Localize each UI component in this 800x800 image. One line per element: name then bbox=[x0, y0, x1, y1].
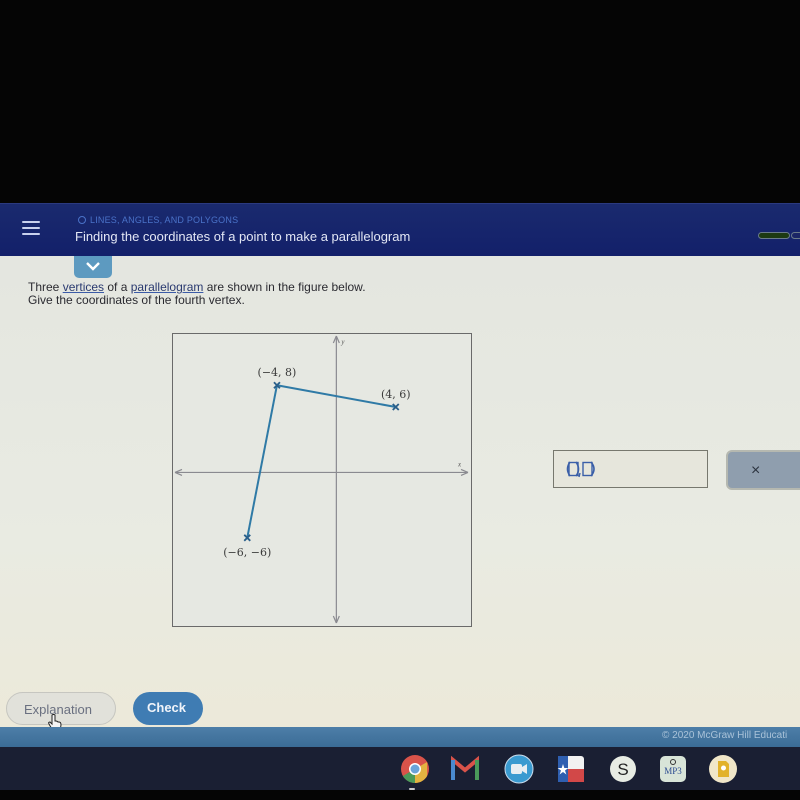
parallelogram-side bbox=[246, 385, 278, 539]
topic-label[interactable]: LINES, ANGLES, AND POLYGONS bbox=[78, 215, 238, 225]
bezel-top bbox=[0, 0, 800, 203]
question-text-part: of a bbox=[104, 280, 131, 294]
progress-segment-filled bbox=[758, 232, 790, 239]
topic-text: LINES, ANGLES, AND POLYGONS bbox=[90, 215, 239, 225]
topic-circle-icon bbox=[78, 216, 86, 224]
schoology-app-icon[interactable]: S bbox=[608, 754, 638, 784]
progress-bar bbox=[758, 232, 800, 239]
vertex-label: (−6, −6) bbox=[223, 546, 271, 559]
chevron-down-icon bbox=[86, 262, 100, 271]
texas-flag-app-icon[interactable] bbox=[556, 754, 586, 784]
x-axis-label: x bbox=[457, 460, 462, 468]
graph-svg: x y (−6, −6) (−4, 8) (4, 6) bbox=[174, 335, 469, 624]
zoom-app-icon[interactable] bbox=[504, 754, 534, 784]
gmail-app-icon[interactable] bbox=[450, 754, 480, 784]
copyright-text: © 2020 McGraw Hill Educati bbox=[662, 730, 788, 741]
footer-bar: © 2020 McGraw Hill Educati bbox=[0, 727, 800, 747]
close-icon: × bbox=[751, 462, 761, 479]
coordinate-graph: x y (−6, −6) (−4, 8) (4, 6) bbox=[172, 333, 472, 627]
content-area: Three vertices of a parallelogram are sh… bbox=[0, 256, 800, 732]
y-axis-label: y bbox=[340, 338, 345, 346]
chrome-app-icon[interactable] bbox=[400, 754, 430, 784]
vertex-label: (4, 6) bbox=[381, 388, 411, 401]
svg-text:MP3: MP3 bbox=[664, 766, 682, 776]
page-title: Finding the coordinates of a point to ma… bbox=[75, 229, 411, 244]
check-label: Check bbox=[147, 700, 187, 715]
vertex-label: (−4, 8) bbox=[258, 366, 297, 379]
ordered-pair-icon[interactable] bbox=[564, 460, 604, 478]
mp3-app-icon[interactable]: MP3 bbox=[658, 754, 688, 784]
vertices-link[interactable]: vertices bbox=[63, 280, 104, 294]
question-text-part: Three bbox=[28, 280, 63, 294]
svg-text:S: S bbox=[617, 760, 628, 779]
screen: LINES, ANGLES, AND POLYGONS Finding the … bbox=[0, 0, 800, 800]
parallelogram-link[interactable]: parallelogram bbox=[131, 280, 204, 294]
question-text-part: are shown in the figure below. bbox=[203, 280, 366, 294]
hamburger-menu-icon[interactable] bbox=[22, 221, 40, 237]
header-bar: LINES, ANGLES, AND POLYGONS Finding the … bbox=[0, 203, 800, 256]
question-text: Three vertices of a parallelogram are sh… bbox=[28, 281, 366, 307]
clear-answer-button[interactable]: × bbox=[726, 450, 800, 490]
check-button[interactable]: Check bbox=[133, 692, 203, 725]
collapse-toggle-button[interactable] bbox=[74, 256, 112, 278]
answer-input[interactable] bbox=[553, 450, 708, 488]
bezel-bottom bbox=[0, 790, 800, 800]
keep-app-icon[interactable] bbox=[708, 754, 738, 784]
question-instruction: Give the coordinates of the fourth verte… bbox=[28, 293, 245, 307]
progress-segment-empty bbox=[791, 232, 800, 239]
os-shelf: S MP3 bbox=[0, 747, 800, 790]
